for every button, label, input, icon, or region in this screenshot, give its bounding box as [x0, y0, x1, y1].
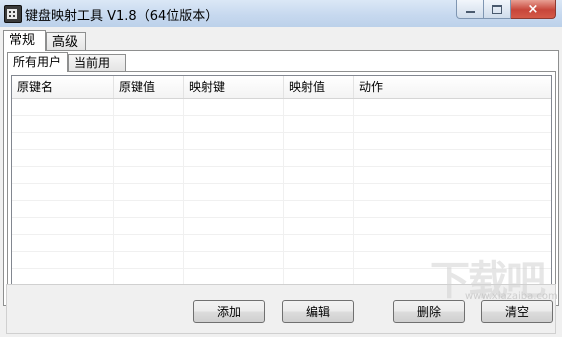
all-users-tab-panel: 原键名 原键值 映射键 映射值 动作 [7, 71, 556, 303]
keyboard-grid-icon [4, 5, 22, 23]
minimize-button[interactable] [456, 0, 484, 19]
button-panel [6, 284, 556, 334]
tab-current-user[interactable]: 当前用户 [68, 54, 126, 87]
maximize-button[interactable] [484, 0, 511, 19]
tab-general[interactable]: 常规 [3, 30, 46, 51]
add-button[interactable]: 添加 [193, 300, 265, 323]
clear-button[interactable]: 清空 [481, 300, 553, 323]
delete-button[interactable]: 删除 [393, 300, 465, 323]
column-header-original-key-value[interactable]: 原键值 [114, 76, 184, 98]
minimize-icon [465, 11, 475, 13]
list-header: 原键名 原键值 映射键 映射值 动作 [12, 76, 551, 99]
maximize-icon [492, 4, 502, 14]
window-body: 常规 高级 所有用户 当前用户 原键名 原键值 映射键 映射值 动作 [0, 27, 562, 337]
window-title: 键盘映射工具 V1.8（64位版本） [25, 9, 219, 24]
tab-all-users[interactable]: 所有用户 [7, 52, 68, 72]
column-header-original-key-name[interactable]: 原键名 [12, 76, 114, 98]
tab-advanced[interactable]: 高级 [46, 32, 86, 51]
column-header-action[interactable]: 动作 [354, 76, 551, 98]
mapping-list[interactable]: 原键名 原键值 映射键 映射值 动作 [11, 75, 552, 298]
list-body [12, 99, 551, 297]
close-icon: × [527, 1, 539, 17]
title-bar[interactable]: 键盘映射工具 V1.8（64位版本） × [0, 0, 562, 28]
column-header-mapped-value[interactable]: 映射值 [284, 76, 354, 98]
column-header-mapped-key[interactable]: 映射键 [184, 76, 284, 98]
caption-buttons: × [456, 0, 556, 20]
close-button[interactable]: × [511, 0, 556, 19]
edit-button[interactable]: 编辑 [282, 300, 354, 323]
